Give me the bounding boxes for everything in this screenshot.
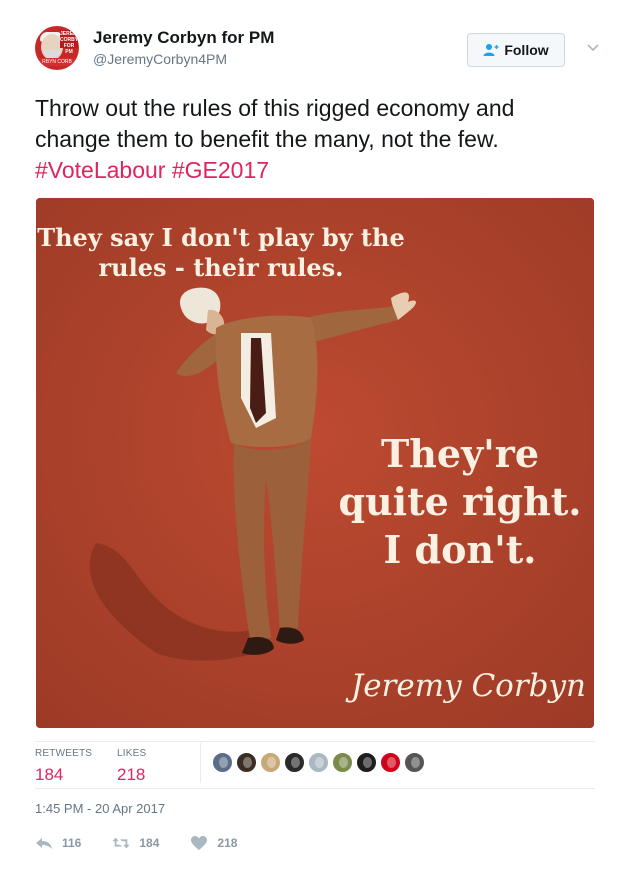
author-avatar[interactable]: JEREMY CORBYN FOR PM RBYN CORB [35, 26, 79, 70]
poster-quote-main: They're quite right. I don't. [338, 431, 582, 572]
stats-divider-top [35, 741, 595, 742]
author-handle[interactable]: @JeremyCorbyn4PM [93, 51, 227, 67]
tweet-media-image[interactable]: They say I don't play by the rules - the… [36, 198, 594, 728]
likes-value: 218 [117, 765, 146, 784]
liker-avatar-1[interactable] [212, 752, 233, 773]
follow-user-icon [483, 44, 499, 56]
tweet-actions: 116 184 218 [35, 832, 268, 854]
liker-avatar-4[interactable] [284, 752, 305, 773]
chevron-down-icon[interactable] [585, 40, 601, 56]
liker-avatar-3[interactable] [260, 752, 281, 773]
reply-button[interactable]: 116 [35, 835, 81, 851]
reply-count: 116 [62, 836, 82, 850]
like-button[interactable]: 218 [190, 835, 237, 851]
liker-avatar-5[interactable] [308, 752, 329, 773]
liker-face [315, 757, 324, 768]
stats-divider-bottom [35, 788, 595, 789]
retweets-value: 184 [35, 765, 64, 784]
heart-icon [191, 836, 208, 850]
tweet-header: JEREMY CORBYN FOR PM RBYN CORB Jeremy Co… [35, 22, 599, 78]
author-name[interactable]: Jeremy Corbyn for PM [93, 28, 274, 48]
retweet-count: 184 [139, 836, 160, 850]
like-count: 218 [217, 836, 238, 850]
liker-face [219, 757, 228, 768]
liker-face [411, 757, 420, 768]
liker-avatar-9[interactable] [404, 752, 425, 773]
likes-stat[interactable]: LIKES 218 [117, 748, 146, 785]
tweet-body: Throw out the rules of this rigged econo… [35, 95, 515, 152]
tweet-text: Throw out the rules of this rigged econo… [35, 93, 595, 186]
retweets-stat[interactable]: RETWEETS 184 [35, 748, 92, 785]
avatar-banner: RBYN CORB [37, 58, 77, 66]
retweet-icon [112, 837, 130, 849]
follow-button[interactable]: Follow [467, 33, 565, 67]
liker-avatars [212, 752, 428, 773]
liker-face [387, 757, 396, 768]
liker-avatar-7[interactable] [356, 752, 377, 773]
liker-avatar-6[interactable] [332, 752, 353, 773]
likes-label: LIKES [117, 748, 147, 759]
liker-face [339, 757, 348, 768]
liker-face [267, 757, 276, 768]
tweet-timestamp[interactable]: 1:45 PM - 20 Apr 2017 [35, 801, 165, 816]
hashtag-votelabour[interactable]: #VoteLabour [35, 157, 165, 183]
liker-face [363, 757, 372, 768]
stats-separator [200, 743, 201, 783]
liker-avatar-2[interactable] [236, 752, 257, 773]
follow-label: Follow [504, 42, 549, 58]
avatar-sign: JEREMY CORBYN FOR PM [60, 30, 79, 55]
retweets-label: RETWEETS [35, 748, 93, 759]
liker-face [291, 757, 300, 768]
poster-signature: Jeremy Corbyn [350, 668, 586, 704]
liker-avatar-8[interactable] [380, 752, 401, 773]
poster-quote-top: They say I don't play by the rules - the… [37, 223, 405, 282]
liker-face [243, 757, 252, 768]
retweet-button[interactable]: 184 [112, 835, 159, 851]
reply-icon [36, 838, 52, 849]
hashtag-ge2017[interactable]: #GE2017 [172, 157, 269, 183]
